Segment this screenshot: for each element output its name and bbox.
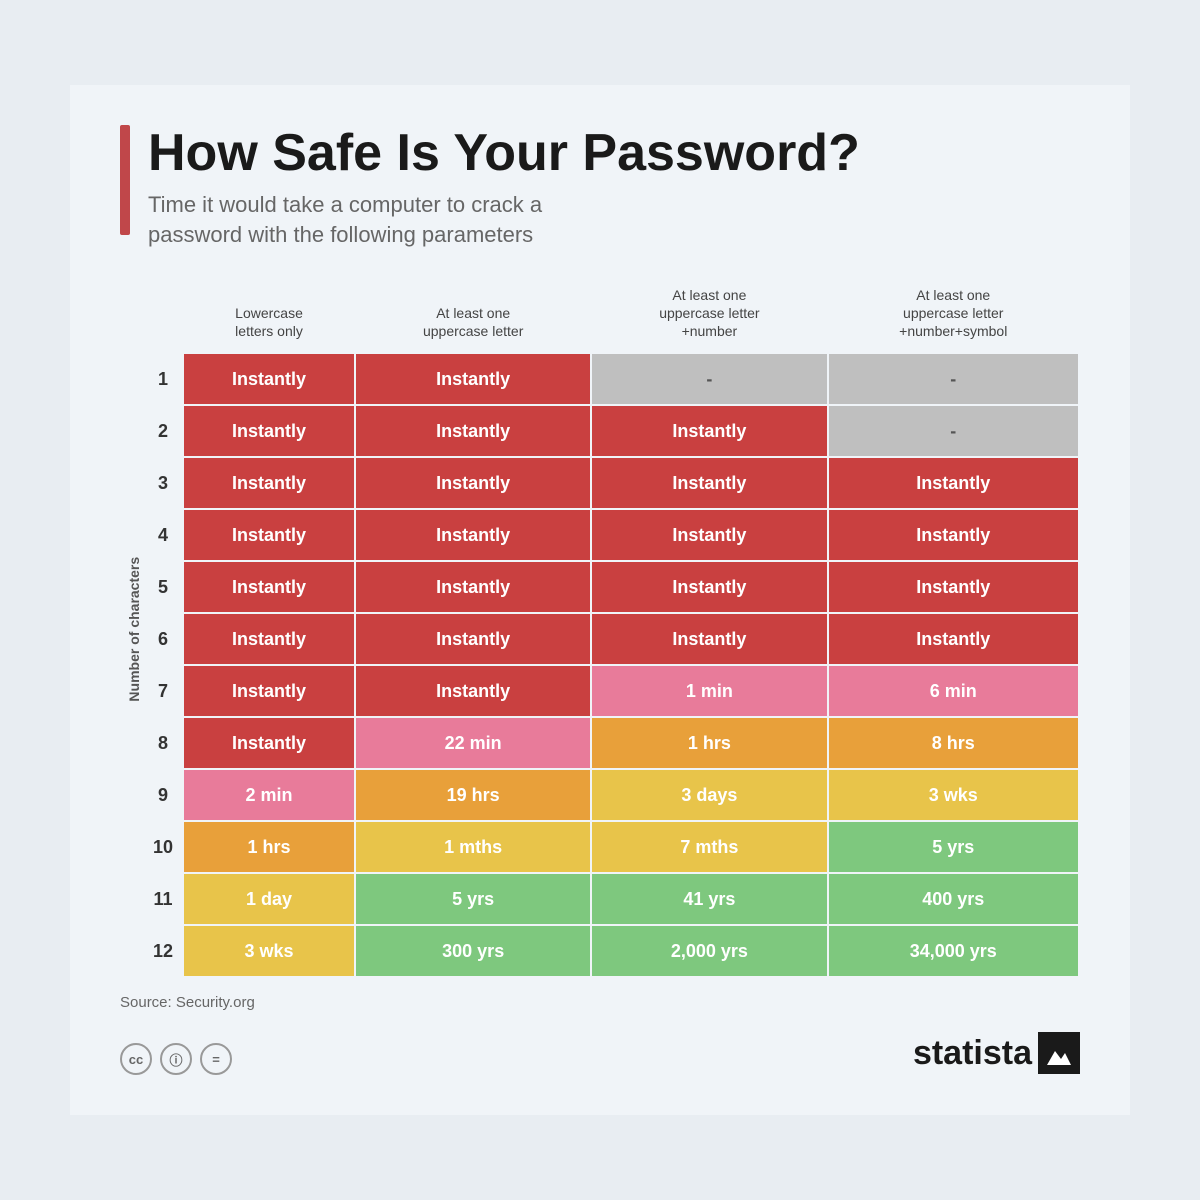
cell-r12-c3: 2,000 yrs xyxy=(591,925,827,977)
cell-r9-c1: 2 min xyxy=(183,769,355,821)
cell-r6-c1: Instantly xyxy=(183,613,355,665)
statista-icon xyxy=(1038,1032,1080,1074)
infographic-card: How Safe Is Your Password? Time it would… xyxy=(70,85,1130,1115)
cell-r6-c3: Instantly xyxy=(591,613,827,665)
cell-r11-c1: 1 day xyxy=(183,873,355,925)
row-number: 9 xyxy=(143,769,183,821)
cell-r6-c4: Instantly xyxy=(828,613,1080,665)
cell-r7-c3: 1 min xyxy=(591,665,827,717)
cell-r12-c4: 34,000 yrs xyxy=(828,925,1080,977)
table-body: 1InstantlyInstantly--2InstantlyInstantly… xyxy=(143,353,1079,977)
cell-r9-c2: 19 hrs xyxy=(355,769,591,821)
cell-r4-c1: Instantly xyxy=(183,509,355,561)
cell-r4-c2: Instantly xyxy=(355,509,591,561)
source-text: Source: Security.org xyxy=(120,994,1080,1011)
table-row: 7InstantlyInstantly1 min6 min xyxy=(143,665,1079,717)
table-row: 101 hrs1 mths7 mths5 yrs xyxy=(143,821,1079,873)
row-number: 2 xyxy=(143,405,183,457)
cell-r2-c1: Instantly xyxy=(183,405,355,457)
cc-icons: cc ⓘ = xyxy=(120,1043,232,1075)
y-axis-label: Number of characters xyxy=(120,280,142,979)
main-title: How Safe Is Your Password? xyxy=(148,125,860,182)
title-text: How Safe Is Your Password? Time it would… xyxy=(148,125,860,250)
cell-r12-c2: 300 yrs xyxy=(355,925,591,977)
title-block: How Safe Is Your Password? Time it would… xyxy=(120,125,1080,250)
footer: cc ⓘ = statista xyxy=(120,1031,1080,1075)
cell-r1-c1: Instantly xyxy=(183,353,355,405)
statista-text: statista xyxy=(913,1034,1032,1073)
table-header: Lowercaseletters only At least oneupperc… xyxy=(143,280,1079,354)
table-row: 92 min19 hrs3 days3 wks xyxy=(143,769,1079,821)
cell-r8-c3: 1 hrs xyxy=(591,717,827,769)
table-row: 2InstantlyInstantlyInstantly- xyxy=(143,405,1079,457)
cell-r10-c4: 5 yrs xyxy=(828,821,1080,873)
header-col2: At least oneuppercase letter xyxy=(355,280,591,354)
cell-r1-c4: - xyxy=(828,353,1080,405)
header-col1: Lowercaseletters only xyxy=(183,280,355,354)
table-row: 123 wks300 yrs2,000 yrs34,000 yrs xyxy=(143,925,1079,977)
cell-r2-c4: - xyxy=(828,405,1080,457)
table-row: 6InstantlyInstantlyInstantlyInstantly xyxy=(143,613,1079,665)
cell-r10-c3: 7 mths xyxy=(591,821,827,873)
statista-logo: statista xyxy=(913,1032,1080,1074)
row-number: 6 xyxy=(143,613,183,665)
cell-r3-c3: Instantly xyxy=(591,457,827,509)
table-section: Number of characters Lowercaseletters on… xyxy=(120,280,1080,979)
cell-r12-c1: 3 wks xyxy=(183,925,355,977)
password-table: Lowercaseletters only At least oneupperc… xyxy=(142,280,1080,979)
table-row: 1InstantlyInstantly-- xyxy=(143,353,1079,405)
table-row: 4InstantlyInstantlyInstantlyInstantly xyxy=(143,509,1079,561)
bottom-section: Source: Security.org cc ⓘ = statista xyxy=(120,994,1080,1075)
header-chars xyxy=(143,280,183,354)
row-number: 1 xyxy=(143,353,183,405)
table-row: 8Instantly22 min1 hrs8 hrs xyxy=(143,717,1079,769)
table-wrapper: Lowercaseletters only At least oneupperc… xyxy=(142,280,1080,979)
cell-r7-c1: Instantly xyxy=(183,665,355,717)
row-number: 10 xyxy=(143,821,183,873)
cell-r1-c2: Instantly xyxy=(355,353,591,405)
cc-noderivs-icon: = xyxy=(200,1043,232,1075)
cell-r3-c1: Instantly xyxy=(183,457,355,509)
row-number: 12 xyxy=(143,925,183,977)
cell-r3-c2: Instantly xyxy=(355,457,591,509)
cell-r2-c2: Instantly xyxy=(355,405,591,457)
cell-r11-c4: 400 yrs xyxy=(828,873,1080,925)
row-number: 3 xyxy=(143,457,183,509)
row-number: 4 xyxy=(143,509,183,561)
cell-r8-c1: Instantly xyxy=(183,717,355,769)
row-number: 7 xyxy=(143,665,183,717)
cell-r7-c2: Instantly xyxy=(355,665,591,717)
cell-r7-c4: 6 min xyxy=(828,665,1080,717)
cell-r5-c4: Instantly xyxy=(828,561,1080,613)
cell-r3-c4: Instantly xyxy=(828,457,1080,509)
cell-r9-c3: 3 days xyxy=(591,769,827,821)
cell-r10-c1: 1 hrs xyxy=(183,821,355,873)
red-accent-bar xyxy=(120,125,130,235)
cell-r11-c3: 41 yrs xyxy=(591,873,827,925)
table-row: 111 day5 yrs41 yrs400 yrs xyxy=(143,873,1079,925)
cell-r8-c4: 8 hrs xyxy=(828,717,1080,769)
table-row: 3InstantlyInstantlyInstantlyInstantly xyxy=(143,457,1079,509)
cell-r2-c3: Instantly xyxy=(591,405,827,457)
header-col3: At least oneuppercase letter+number xyxy=(591,280,827,354)
row-number: 5 xyxy=(143,561,183,613)
subtitle: Time it would take a computer to crack a… xyxy=(148,190,860,249)
cell-r10-c2: 1 mths xyxy=(355,821,591,873)
cell-r8-c2: 22 min xyxy=(355,717,591,769)
header-col4: At least oneuppercase letter+number+symb… xyxy=(828,280,1080,354)
cell-r5-c3: Instantly xyxy=(591,561,827,613)
cell-r9-c4: 3 wks xyxy=(828,769,1080,821)
cell-r5-c1: Instantly xyxy=(183,561,355,613)
cc-icon: cc xyxy=(120,1043,152,1075)
cell-r11-c2: 5 yrs xyxy=(355,873,591,925)
row-number: 11 xyxy=(143,873,183,925)
table-row: 5InstantlyInstantlyInstantlyInstantly xyxy=(143,561,1079,613)
cc-attribution-icon: ⓘ xyxy=(160,1043,192,1075)
cell-r5-c2: Instantly xyxy=(355,561,591,613)
row-number: 8 xyxy=(143,717,183,769)
cell-r6-c2: Instantly xyxy=(355,613,591,665)
cell-r4-c4: Instantly xyxy=(828,509,1080,561)
cell-r4-c3: Instantly xyxy=(591,509,827,561)
cell-r1-c3: - xyxy=(591,353,827,405)
